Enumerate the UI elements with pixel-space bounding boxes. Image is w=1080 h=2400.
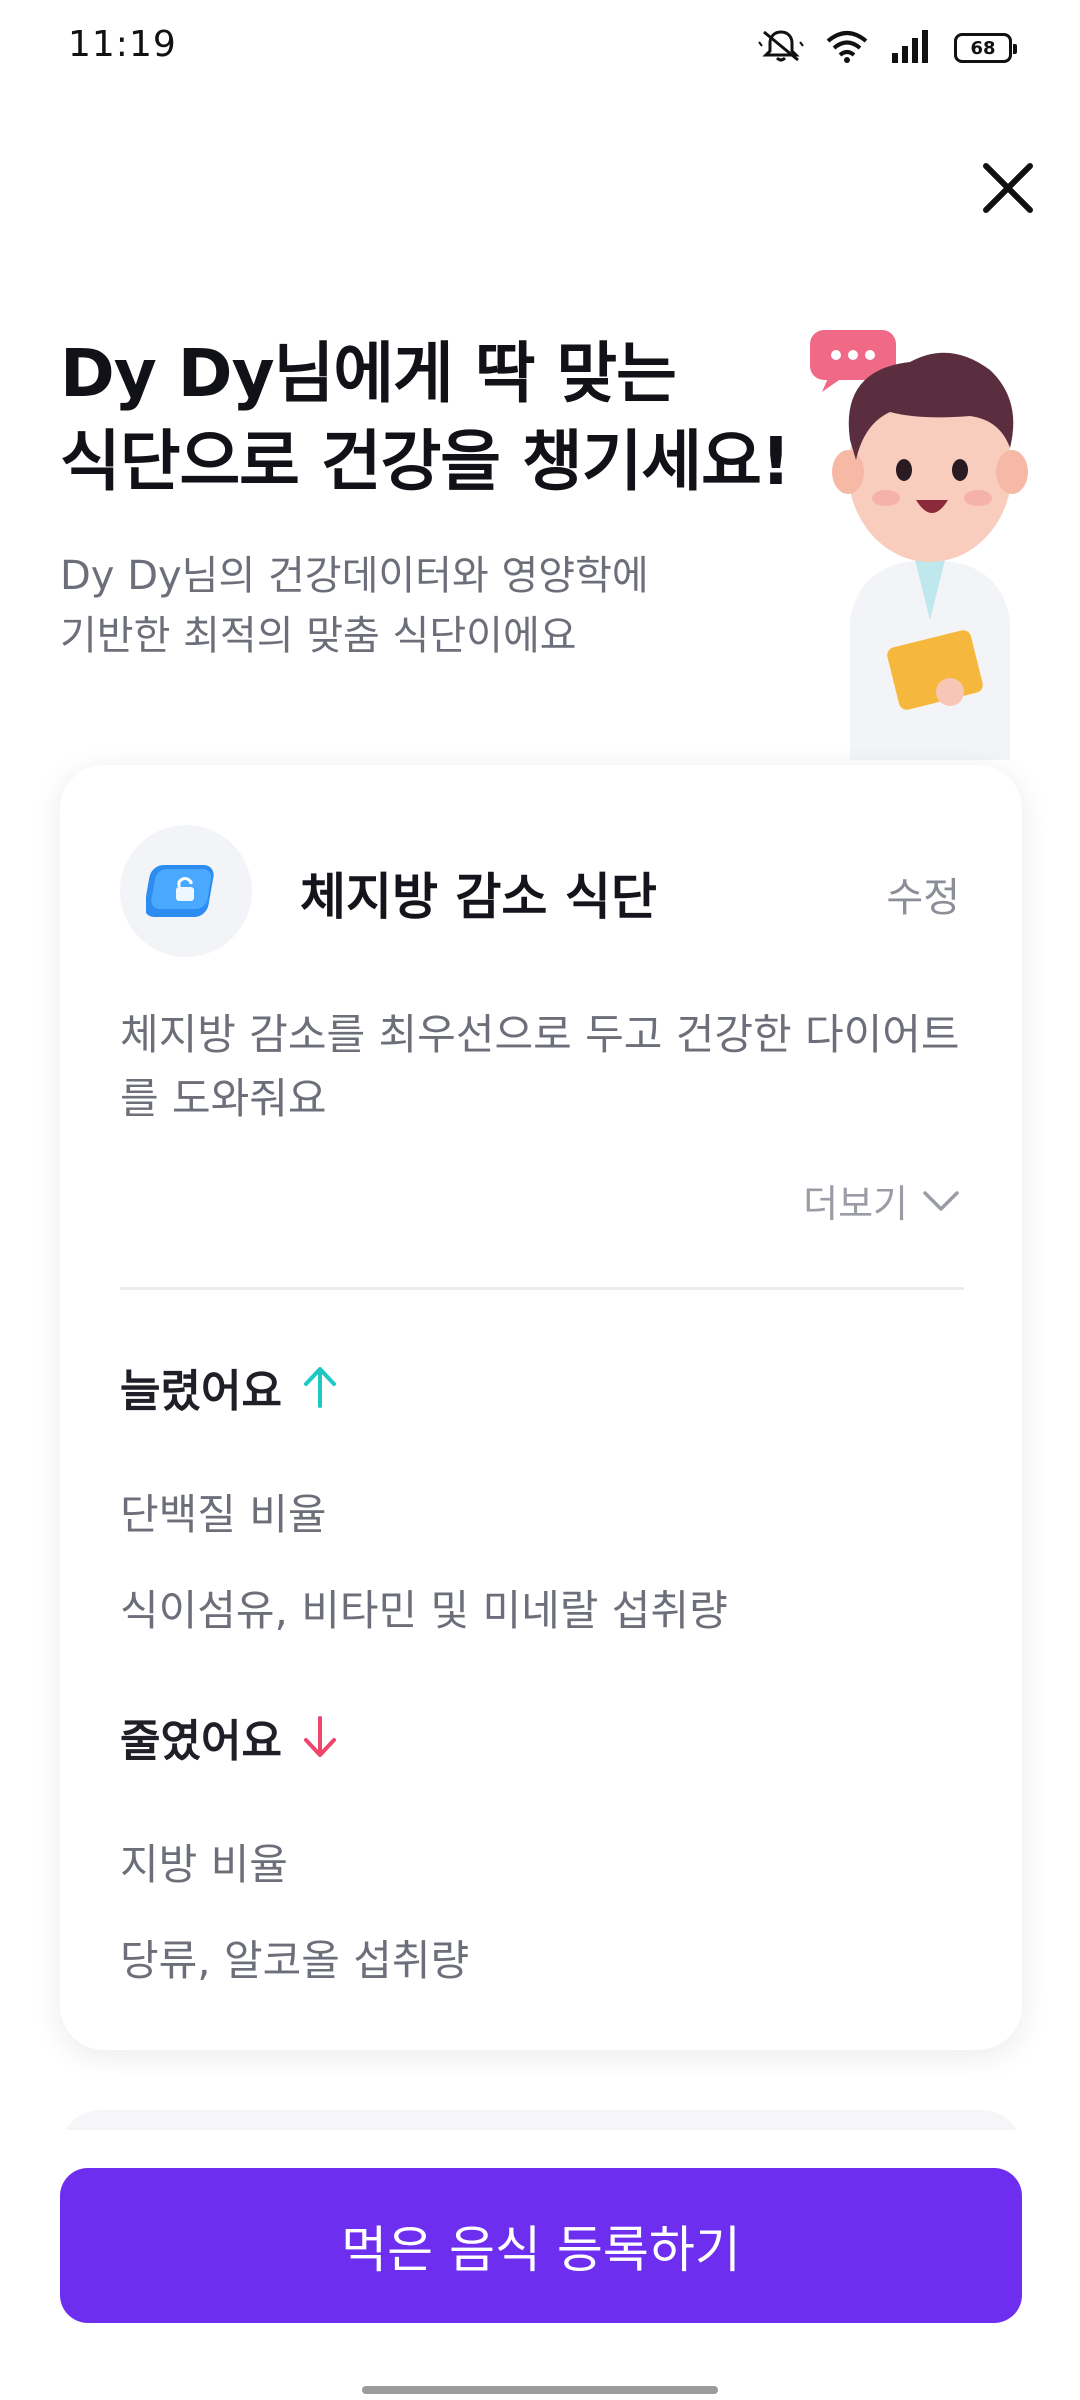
decreased-item: 지방 비율 xyxy=(120,1840,288,1889)
diet-plan-card: 체지방 감소 식단 수정 체지방 감소를 최우선으로 두고 건강한 다이어트를 … xyxy=(60,765,1022,2050)
status-bar: 11:19 68 xyxy=(0,0,1080,100)
decreased-heading: 줄였어요 xyxy=(120,1705,340,1769)
plan-icon-badge xyxy=(120,825,252,957)
arrow-up-icon xyxy=(303,1367,336,1408)
fat-reduction-icon xyxy=(146,865,214,917)
page-subtitle: Dy Dy님의 건강데이터와 영양학에 기반한 최적의 맞춤 식단이에요 xyxy=(60,546,780,666)
home-indicator[interactable] xyxy=(362,2386,718,2394)
divider xyxy=(120,1287,964,1290)
increased-item: 식이섬유, 비타민 및 미네랄 섭취량 xyxy=(120,1586,728,1635)
subtitle-line-2: 기반한 최적의 맞춤 식단이에요 xyxy=(60,613,577,659)
doctor-mascot-illustration xyxy=(800,320,1030,770)
log-food-button[interactable]: 먹은 음식 등록하기 xyxy=(60,2168,1022,2323)
signal-icon xyxy=(890,29,932,67)
increased-heading: 늘렸어요 xyxy=(120,1355,340,1419)
chevron-down-icon xyxy=(923,1190,959,1211)
more-button[interactable]: 더보기 xyxy=(803,1173,960,1228)
page-title: Dy Dy님에게 딱 맞는 식단으로 건강을 챙기세요! xyxy=(60,330,820,506)
close-icon xyxy=(983,163,1033,213)
more-label: 더보기 xyxy=(803,1182,908,1226)
subtitle-line-1: Dy Dy님의 건강데이터와 영양학에 xyxy=(60,553,649,599)
arrow-down-icon xyxy=(303,1716,336,1757)
status-time: 11:19 xyxy=(68,24,177,65)
mute-icon xyxy=(758,28,804,68)
battery-icon: 68 xyxy=(954,33,1017,63)
headline-line-1: Dy Dy님에게 딱 맞는 xyxy=(60,335,677,412)
headline-line-2: 식단으로 건강을 챙기세요! xyxy=(60,423,791,500)
increased-item: 단백질 비율 xyxy=(120,1490,327,1539)
edit-button[interactable]: 수정 xyxy=(886,865,960,923)
decreased-heading-label: 줄였어요 xyxy=(120,1716,282,1767)
plan-description: 체지방 감소를 최우선으로 두고 건강한 다이어트를 도와줘요 xyxy=(120,1010,960,1123)
status-icons: 68 xyxy=(758,28,1017,68)
plan-title: 체지방 감소 식단 xyxy=(300,868,657,926)
decreased-item: 당류, 알코올 섭취량 xyxy=(120,1936,470,1985)
increased-heading-label: 늘렸어요 xyxy=(120,1366,282,1417)
wifi-icon xyxy=(826,29,868,67)
close-button[interactable] xyxy=(970,150,1046,226)
